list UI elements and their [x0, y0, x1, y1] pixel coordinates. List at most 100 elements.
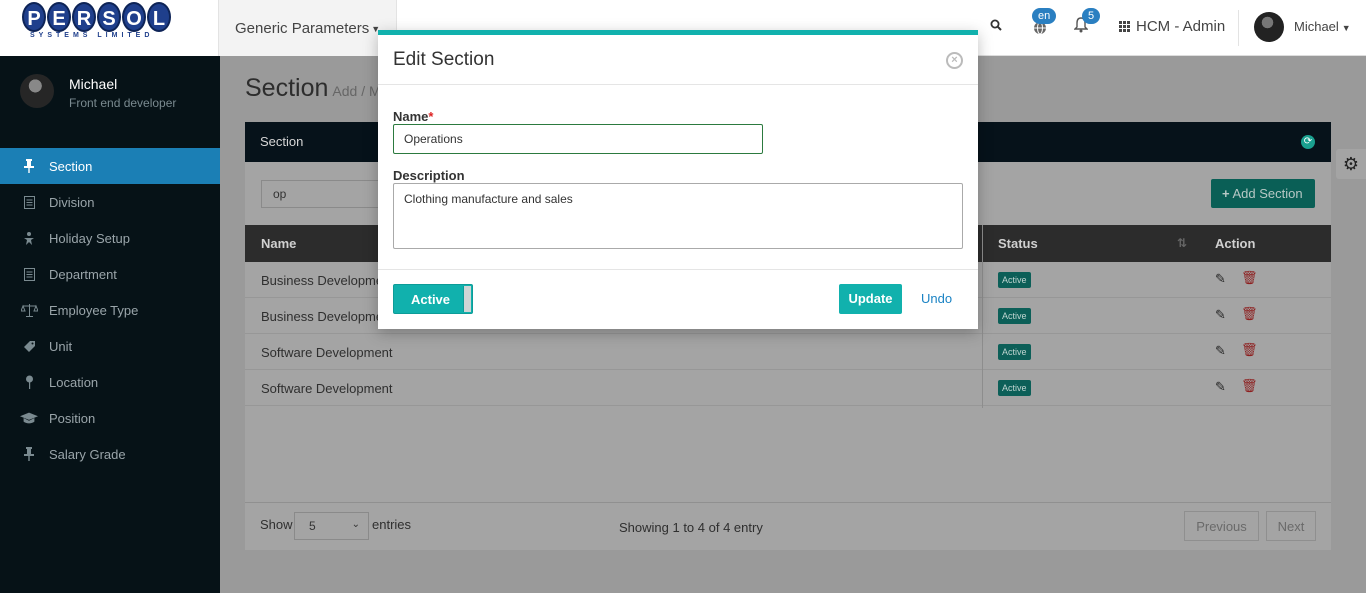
update-button[interactable]: Update — [839, 284, 902, 314]
active-toggle[interactable]: Active — [393, 284, 473, 314]
app-label: HCM - Admin — [1136, 18, 1226, 35]
entries-label: entries — [372, 517, 412, 532]
sidebar-item-label: Department — [49, 266, 117, 282]
document-icon — [20, 195, 38, 209]
page-title: Section Add / M — [245, 74, 381, 102]
pin-icon — [20, 159, 38, 173]
sidebar-user-name: Michael — [69, 76, 118, 92]
sidebar-item-division[interactable]: Division — [0, 184, 220, 220]
add-section-button[interactable]: + Add Section — [1211, 179, 1315, 208]
status-badge: Active — [998, 272, 1031, 288]
pencil-icon[interactable]: ✎ — [1215, 307, 1226, 323]
graduation-cap-icon — [20, 411, 38, 425]
row-name: Software Development — [261, 345, 393, 360]
caret-down-icon: ▼ — [1341, 23, 1351, 33]
pencil-icon[interactable]: ✎ — [1215, 343, 1226, 359]
sidebar-item-unit[interactable]: Unit — [0, 328, 220, 364]
sidebar-user-role: Front end developer — [69, 96, 177, 110]
table-row: Software Development Active ✎ 🗑 — [245, 370, 1331, 406]
trash-icon[interactable]: 🗑 — [1241, 270, 1258, 286]
page-size-select[interactable]: 5 ⌄ — [294, 512, 369, 540]
sidebar-item-position[interactable]: Position — [0, 400, 220, 436]
active-toggle-label: Active — [411, 292, 451, 307]
sidebar-item-holiday-setup[interactable]: Holiday Setup — [0, 220, 220, 256]
undo-link[interactable]: Undo — [921, 291, 952, 306]
sidebar-nav: Section Division Holiday Setup Departmen… — [0, 148, 220, 472]
pencil-icon[interactable]: ✎ — [1215, 271, 1226, 287]
status-badge: Active — [998, 308, 1031, 324]
language-badge: en — [1032, 8, 1057, 24]
notification-count-badge: 5 — [1082, 8, 1101, 24]
column-header-status[interactable]: Status — [998, 236, 1038, 251]
page-size-value: 5 — [309, 519, 316, 533]
sidebar-item-label: Salary Grade — [49, 446, 126, 462]
sidebar-item-label: Position — [49, 410, 96, 426]
refresh-icon[interactable]: ⟳ — [1301, 135, 1315, 149]
column-divider — [982, 225, 983, 408]
page-subtitle: Add / M — [332, 83, 381, 99]
name-label: Name* — [393, 109, 434, 124]
notifications-button[interactable]: 5 — [1073, 8, 1101, 38]
tag-icon — [20, 339, 38, 353]
table-row: Software Development Active ✎ 🗑 — [245, 334, 1331, 370]
sidebar-item-label: Employee Type — [49, 302, 139, 318]
footer-divider — [245, 502, 1331, 503]
sidebar-item-employee-type[interactable]: Employee Type — [0, 292, 220, 328]
plus-icon: + — [1222, 186, 1230, 201]
modal-footer-divider — [378, 269, 978, 270]
next-button[interactable]: Next — [1266, 511, 1316, 541]
required-mark: * — [428, 109, 434, 124]
sidebar-item-salary-grade[interactable]: Salary Grade — [0, 436, 220, 472]
show-label: Show — [260, 517, 293, 532]
sidebar: Michael Front end developer Section Divi… — [0, 56, 220, 593]
description-input[interactable]: Clothing manufacture and sales — [393, 183, 963, 249]
trash-icon[interactable]: 🗑 — [1241, 306, 1258, 322]
pagination-info: Showing 1 to 4 of 4 entry — [619, 520, 763, 535]
panel-title: Section — [260, 134, 304, 149]
row-name: Business Developme — [261, 273, 384, 288]
person-icon — [20, 231, 38, 245]
sidebar-item-label: Holiday Setup — [49, 230, 130, 246]
sidebar-avatar — [20, 74, 54, 108]
gear-icon[interactable]: ⚙ — [1336, 149, 1366, 179]
scale-icon — [20, 303, 38, 317]
sidebar-item-section[interactable]: Section — [0, 148, 220, 184]
column-header-name[interactable]: Name — [261, 236, 296, 251]
sidebar-item-location[interactable]: Location — [0, 364, 220, 400]
avatar[interactable] — [1254, 12, 1284, 42]
sidebar-item-label: Division — [49, 194, 95, 210]
trash-icon[interactable]: 🗑 — [1241, 378, 1258, 394]
sidebar-item-department[interactable]: Department — [0, 256, 220, 292]
name-input[interactable] — [393, 124, 763, 154]
status-badge: Active — [998, 380, 1031, 396]
row-name: Software Development — [261, 381, 393, 396]
user-menu[interactable]: Michael ▼ — [1294, 19, 1351, 34]
company-logo[interactable]: PERSOL SYSTEMS LIMITED — [0, 0, 219, 56]
search-icon[interactable] — [990, 19, 1002, 34]
language-switcher[interactable]: en — [1030, 8, 1057, 37]
user-name: Michael — [1294, 19, 1339, 34]
row-name: Business Developme — [261, 309, 384, 324]
logo-subtext: SYSTEMS LIMITED — [30, 32, 154, 39]
generic-parameters-label: Generic Parameters — [235, 20, 370, 37]
header-divider — [1238, 10, 1239, 46]
description-label: Description — [393, 168, 465, 183]
status-badge: Active — [998, 344, 1031, 360]
pin-icon — [20, 447, 38, 461]
logo-wordmark: PERSOL — [22, 2, 171, 32]
sort-icon[interactable]: ⇅ — [1177, 236, 1187, 250]
sidebar-item-label: Unit — [49, 338, 73, 354]
generic-parameters-menu[interactable]: Generic Parameters ▼ — [219, 0, 397, 56]
modal-title: Edit Section — [393, 49, 495, 70]
app-switcher[interactable]: HCM - Admin — [1119, 18, 1225, 35]
close-icon[interactable]: × — [946, 52, 963, 69]
pencil-icon[interactable]: ✎ — [1215, 379, 1226, 395]
column-header-action: Action — [1215, 236, 1256, 251]
add-section-label: Add Section — [1232, 186, 1303, 201]
previous-button[interactable]: Previous — [1184, 511, 1259, 541]
modal-divider — [378, 84, 978, 85]
document-icon — [20, 267, 38, 281]
toggle-knob — [463, 286, 471, 312]
trash-icon[interactable]: 🗑 — [1241, 342, 1258, 358]
edit-section-modal: Edit Section × Name* Description Clothin… — [378, 30, 978, 329]
